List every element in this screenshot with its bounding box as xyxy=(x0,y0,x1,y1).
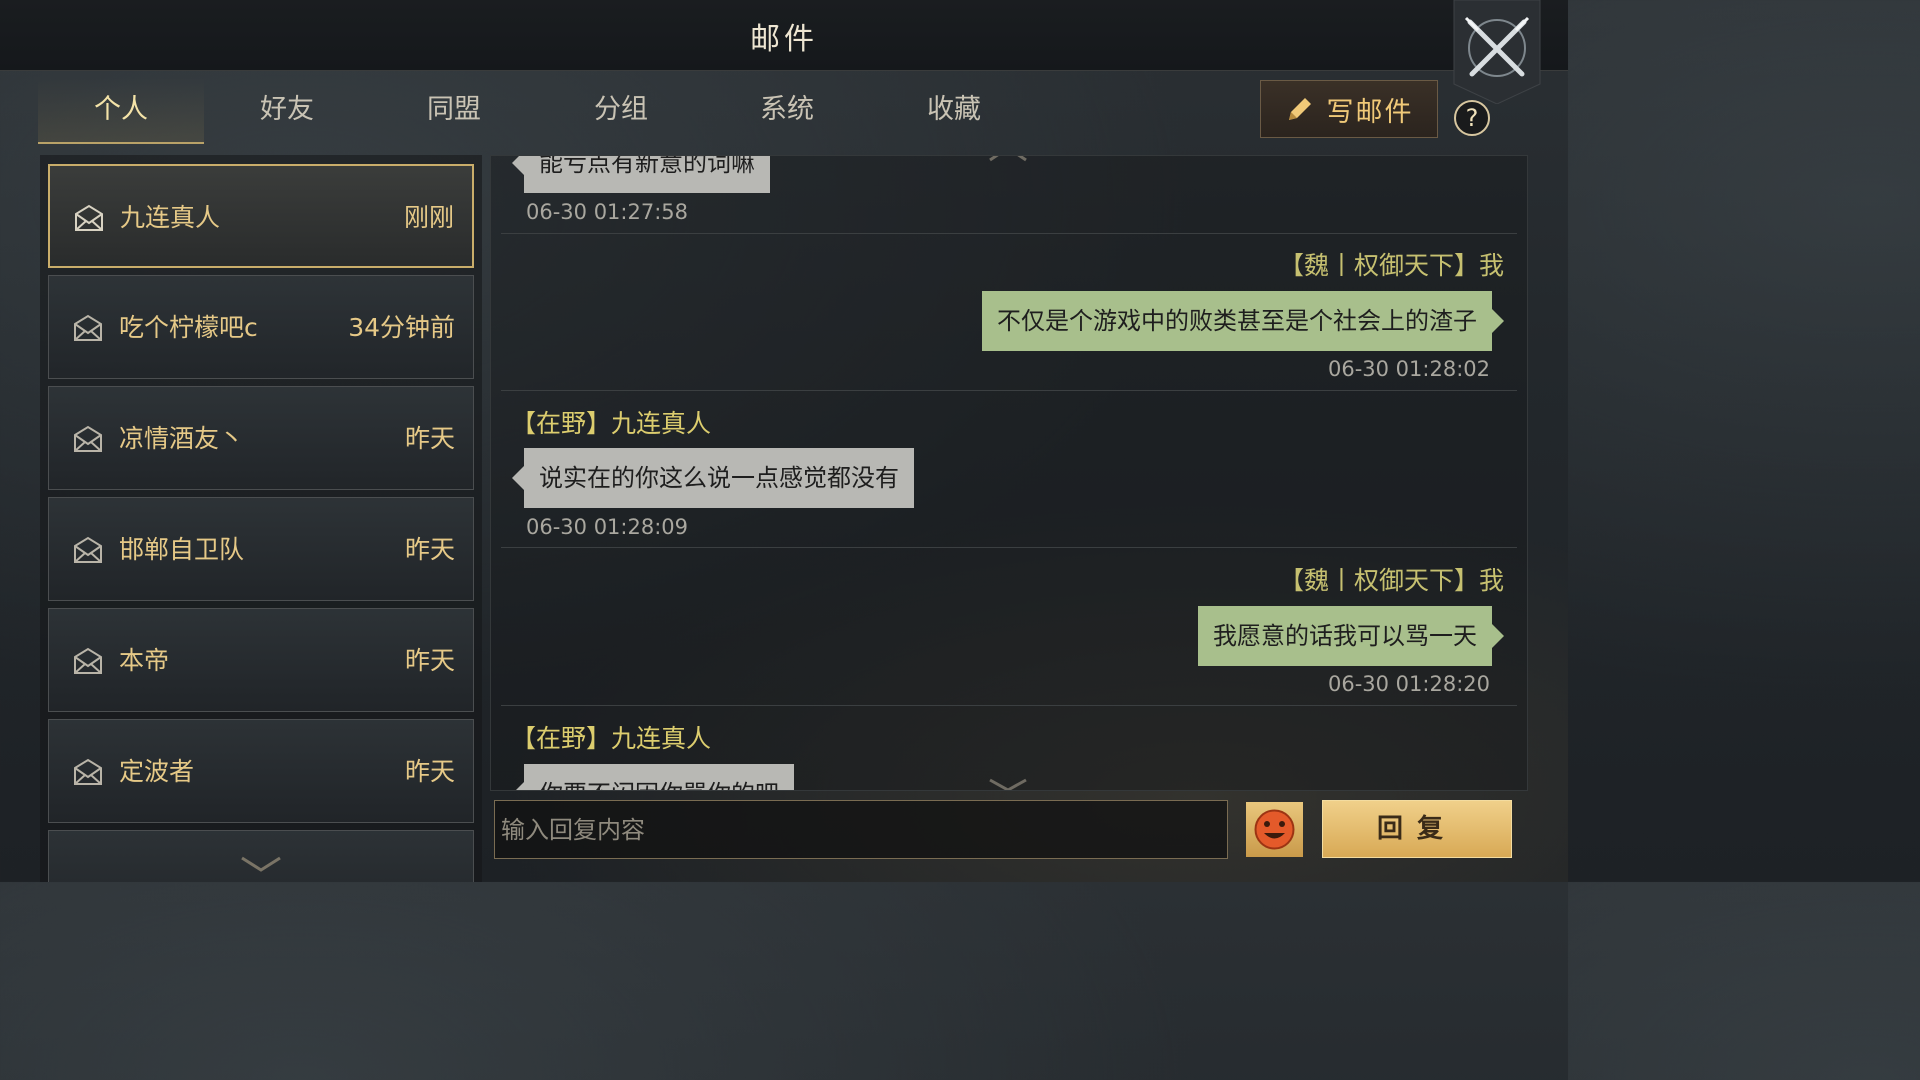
incoming-message-bubble: 说实在的你这么说一点感觉都没有 xyxy=(512,448,914,508)
scroll-down-chevron-icon xyxy=(989,778,1027,790)
envelope-icon xyxy=(74,536,102,563)
envelope-icon xyxy=(74,647,102,674)
write-mail-button[interactable]: 写邮件 xyxy=(1260,80,1438,138)
incoming-message-bubble: 你要不闪因你骂你的吧 xyxy=(512,764,794,790)
message-timestamp: 06-30 01:27:58 xyxy=(526,200,689,224)
scroll-down-chevron-icon xyxy=(241,856,281,872)
outgoing-message-bubble: 我愿意的话我可以骂一天 xyxy=(1198,606,1504,666)
envelope-icon xyxy=(74,758,102,785)
mail-time: 昨天 xyxy=(404,757,455,786)
tab-alliance[interactable]: 同盟 xyxy=(371,78,537,142)
message-sender-name: 【在野】九连真人 xyxy=(511,724,712,753)
message-sender-name: 【魏丨权御天下】我 xyxy=(1278,566,1504,595)
help-button[interactable]: ? xyxy=(1454,100,1490,136)
reply-button[interactable]: 回复 xyxy=(1322,800,1512,858)
conversation-panel: 能亏点有新意的词嘛 06-30 01:27:58 【魏丨权御天下】我 不仅是个游… xyxy=(490,155,1528,791)
outgoing-message-bubble: 不仅是个游戏中的败类甚至是个社会上的渣子 xyxy=(982,291,1504,351)
envelope-icon xyxy=(75,204,103,231)
mail-sender: 本帝 xyxy=(119,646,170,675)
mail-list-item[interactable]: 邯郸自卫队 昨天 xyxy=(48,497,474,601)
message-timestamp: 06-30 01:28:20 xyxy=(1327,672,1490,696)
mail-list-item[interactable]: 定波者 昨天 xyxy=(48,719,474,823)
envelope-icon xyxy=(74,425,102,452)
smiley-face-icon xyxy=(1254,809,1295,850)
message-sender-name: 【魏丨权御天下】我 xyxy=(1278,251,1504,280)
tab-friends[interactable]: 好友 xyxy=(204,78,370,142)
message-timestamp: 06-30 01:28:09 xyxy=(526,515,689,539)
tab-system[interactable]: 系统 xyxy=(704,78,870,142)
write-mail-label: 写邮件 xyxy=(1326,96,1414,128)
mail-list-item[interactable]: 吃个柠檬吧c 34分钟前 xyxy=(48,275,474,379)
mail-time: 昨天 xyxy=(404,646,455,675)
message-sender-name: 【在野】九连真人 xyxy=(511,409,712,438)
message-divider xyxy=(501,390,1517,391)
tab-groups[interactable]: 分组 xyxy=(538,78,704,142)
envelope-icon xyxy=(74,314,102,341)
mail-sender: 定波者 xyxy=(119,757,195,786)
mail-sender: 九连真人 xyxy=(120,203,221,232)
tab-personal[interactable]: 个人 xyxy=(38,78,204,144)
mail-time: 昨天 xyxy=(404,535,455,564)
reply-input[interactable] xyxy=(494,800,1228,859)
mail-tabs: 个人 好友 同盟 分组 系统 收藏 xyxy=(38,78,1038,144)
message-divider xyxy=(501,547,1517,548)
mail-time: 刚刚 xyxy=(403,203,454,232)
mail-sender: 凉情酒友丶 xyxy=(119,424,245,453)
mail-list-item[interactable]: 本帝 昨天 xyxy=(48,608,474,712)
title-bar: 邮件 xyxy=(0,0,1568,71)
mail-time: 34分钟前 xyxy=(348,313,455,342)
incoming-message-bubble: 能亏点有新意的词嘛 xyxy=(512,156,770,193)
crossed-swords-close-icon xyxy=(1453,0,1541,105)
message-divider xyxy=(501,233,1517,234)
mail-list: 九连真人 刚刚 吃个柠檬吧c 34分钟前 凉情酒友丶 昨天 邯郸自卫队 昨天 本… xyxy=(40,155,482,882)
mail-sender: 吃个柠檬吧c xyxy=(119,313,258,342)
message-timestamp: 06-30 01:28:02 xyxy=(1327,357,1490,381)
close-button[interactable] xyxy=(1452,0,1542,105)
mail-list-item[interactable]: 九连真人 刚刚 xyxy=(48,164,474,268)
tab-favorites[interactable]: 收藏 xyxy=(871,78,1037,142)
mail-time: 昨天 xyxy=(404,424,455,453)
pencil-icon xyxy=(1288,98,1311,120)
mail-sender: 邯郸自卫队 xyxy=(119,535,245,564)
message-divider xyxy=(501,705,1517,706)
mail-list-item[interactable]: 凉情酒友丶 昨天 xyxy=(48,386,474,490)
page-title: 邮件 xyxy=(750,22,818,57)
emoji-button[interactable] xyxy=(1246,802,1303,857)
scroll-up-chevron-icon xyxy=(989,156,1027,162)
